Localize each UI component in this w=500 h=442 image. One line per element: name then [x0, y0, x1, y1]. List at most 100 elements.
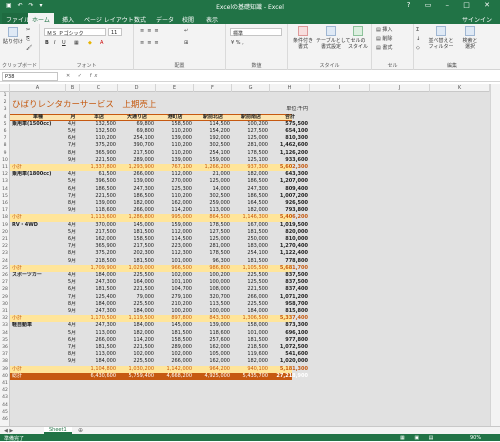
value-cell[interactable]: 4,925,000 [194, 373, 232, 380]
value-cell[interactable]: 1,306,500 [232, 315, 270, 322]
value-cell[interactable]: 1,105,500 [232, 265, 270, 272]
value-cell[interactable]: 396,500 [80, 178, 118, 185]
value-cell[interactable]: 266,000 [118, 171, 156, 178]
row-header[interactable]: 10 [0, 157, 10, 164]
bold-button[interactable]: B [45, 40, 49, 46]
category-cell[interactable]: スポーツカー [12, 272, 68, 279]
value-cell[interactable]: 125,300 [156, 186, 194, 193]
value-cell[interactable]: 266,000 [80, 337, 118, 344]
row-header[interactable]: 29 [0, 294, 10, 301]
category-cell[interactable] [12, 351, 68, 358]
value-cell[interactable]: 184,000 [80, 301, 118, 308]
value-cell[interactable]: 1,029,000 [118, 265, 156, 272]
value-cell[interactable]: 79,000 [118, 294, 156, 301]
value-cell[interactable]: 110,200 [156, 193, 194, 200]
value-cell[interactable]: 247,300 [80, 322, 118, 329]
value-cell[interactable]: 5,181,300 [270, 366, 310, 373]
month-cell[interactable]: 9月 [66, 358, 78, 365]
category-cell[interactable] [12, 294, 68, 301]
category-cell[interactable] [12, 157, 68, 164]
fx-icon[interactable]: ✕ ✓ fx [66, 73, 100, 79]
row-header[interactable]: 27 [0, 279, 10, 286]
month-cell[interactable]: 7月 [66, 243, 78, 250]
category-cell[interactable]: 小計 [12, 265, 68, 272]
column-header-cell[interactable]: 月 [66, 114, 80, 121]
value-cell[interactable]: 145,000 [118, 222, 156, 229]
value-cell[interactable]: 101,000 [156, 258, 194, 265]
value-cell[interactable]: 110,200 [156, 142, 194, 149]
category-cell[interactable] [12, 286, 68, 293]
month-cell[interactable]: 8月 [66, 200, 78, 207]
underline-button[interactable]: U [62, 40, 66, 46]
category-cell[interactable]: 軽自動車 [12, 322, 68, 329]
month-cell[interactable]: 8月 [66, 301, 78, 308]
value-cell[interactable]: 1,142,000 [156, 366, 194, 373]
value-cell[interactable]: 110,200 [156, 128, 194, 135]
value-cell[interactable]: 247,300 [80, 308, 118, 315]
value-cell[interactable]: 259,000 [194, 200, 232, 207]
category-cell[interactable]: 総計 [12, 373, 68, 380]
value-cell[interactable]: 181,500 [232, 337, 270, 344]
value-cell[interactable]: 217,500 [118, 150, 156, 157]
value-cell[interactable]: 247,300 [118, 186, 156, 193]
value-cell[interactable]: 162,000 [194, 358, 232, 365]
value-cell[interactable]: 225,500 [118, 358, 156, 365]
value-cell[interactable]: 225,500 [232, 301, 270, 308]
value-cell[interactable]: 113,000 [80, 351, 118, 358]
value-cell[interactable]: 154,200 [194, 128, 232, 135]
add-sheet-icon[interactable]: ⊕ [78, 427, 83, 434]
zoom-level[interactable]: 90% [470, 435, 481, 441]
value-cell[interactable]: 1,286,800 [118, 214, 156, 221]
category-cell[interactable] [12, 135, 68, 142]
month-cell[interactable]: 4月 [66, 272, 78, 279]
value-cell[interactable]: 113,000 [80, 330, 118, 337]
value-cell[interactable]: 1,207,000 [270, 178, 310, 185]
value-cell[interactable]: 186,500 [232, 178, 270, 185]
value-cell[interactable]: 1,119,500 [118, 315, 156, 322]
value-cell[interactable]: 21,000 [194, 171, 232, 178]
value-cell[interactable]: 225,500 [118, 272, 156, 279]
value-cell[interactable]: 178,500 [194, 250, 232, 257]
row-header[interactable]: 2 [0, 99, 10, 106]
value-cell[interactable]: 162,000 [80, 236, 118, 243]
value-cell[interactable]: 110,200 [80, 135, 118, 142]
value-cell[interactable]: 254,100 [232, 250, 270, 257]
value-cell[interactable]: 127,500 [194, 229, 232, 236]
window-controls[interactable]: ? ▭ – □ ✕ [407, 1, 496, 9]
month-cell[interactable]: 6月 [66, 337, 78, 344]
category-cell[interactable]: 小計 [12, 366, 68, 373]
column-header-cell[interactable]: 駅前南店 [232, 114, 270, 121]
currency-icon[interactable]: ¥ % , [231, 40, 244, 46]
value-cell[interactable]: 112,000 [156, 229, 194, 236]
col-header-e[interactable]: E [156, 84, 194, 92]
month-cell[interactable]: 5月 [66, 128, 78, 135]
value-cell[interactable]: 132,500 [80, 121, 118, 128]
month-cell[interactable]: 8月 [66, 150, 78, 157]
value-cell[interactable]: 281,000 [232, 142, 270, 149]
category-cell[interactable]: 小計 [12, 315, 68, 322]
value-cell[interactable]: 182,000 [232, 207, 270, 214]
value-cell[interactable]: 221,500 [118, 344, 156, 351]
value-cell[interactable]: 181,500 [118, 229, 156, 236]
month-cell[interactable]: 6月 [66, 135, 78, 142]
value-cell[interactable]: 370,000 [80, 222, 118, 229]
month-cell[interactable]: 9月 [66, 157, 78, 164]
value-cell[interactable]: 1,126,200 [270, 150, 310, 157]
row-header[interactable]: 8 [0, 142, 10, 149]
category-cell[interactable]: 小計 [12, 214, 68, 221]
value-cell[interactable]: 118,600 [194, 330, 232, 337]
value-cell[interactable]: 793,800 [270, 207, 310, 214]
value-cell[interactable]: 61,500 [80, 171, 118, 178]
value-cell[interactable]: 266,000 [232, 294, 270, 301]
wrap-text-icon[interactable]: ↵ [184, 28, 188, 34]
row-header[interactable]: 44 [0, 402, 10, 409]
row-header[interactable]: 46 [0, 416, 10, 423]
format-button[interactable]: ▤ 書式 [376, 45, 392, 51]
unit-label[interactable]: 単位:千円 [250, 106, 310, 113]
sheet-tab[interactable]: Sheet1 [44, 427, 72, 434]
value-cell[interactable]: 390,700 [118, 142, 156, 149]
month-cell[interactable]: 5月 [66, 330, 78, 337]
insert-button[interactable]: ▤ 挿入 [376, 27, 392, 33]
find-select-button[interactable]: 検索と 選択 [458, 26, 482, 50]
value-cell[interactable]: 5,602,300 [270, 164, 310, 171]
